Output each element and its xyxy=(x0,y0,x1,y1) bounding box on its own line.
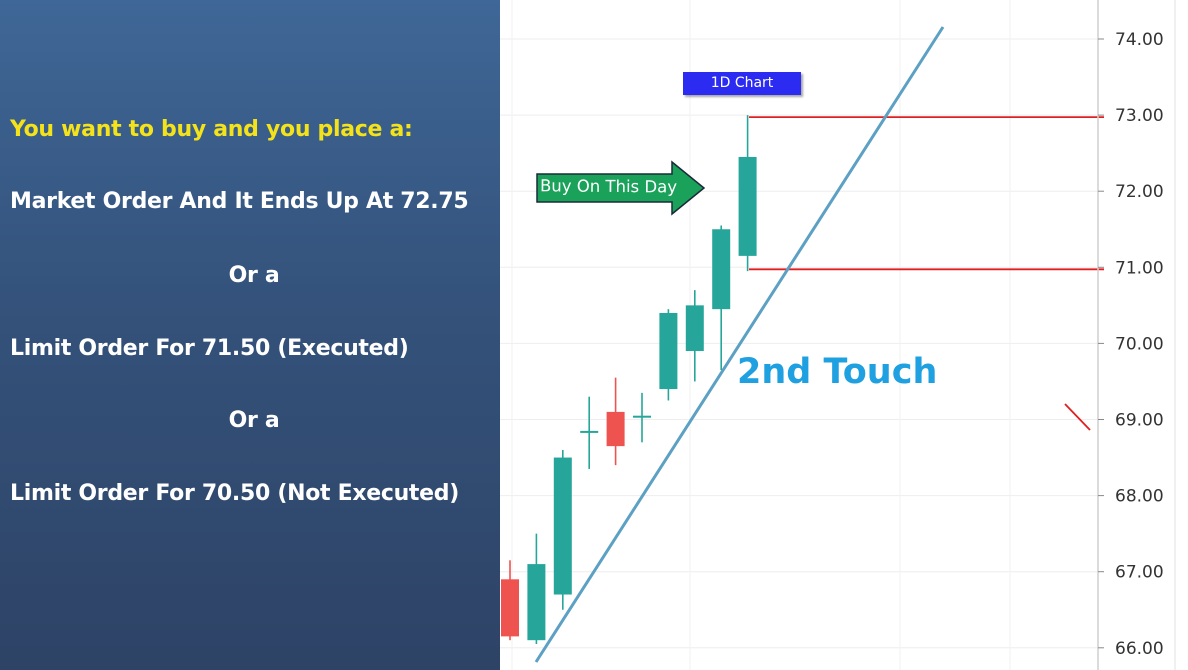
grid-lines xyxy=(500,0,1098,670)
limit-order-executed-text: Limit Order For 71.50 (Executed) xyxy=(10,336,409,361)
candle-bearish xyxy=(606,411,625,447)
chart-timeframe-tag: 1D Chart xyxy=(683,72,801,95)
price-tick-label: 74.00 xyxy=(1115,30,1164,50)
price-tick-label: 71.00 xyxy=(1115,258,1164,278)
price-tick-label: 73.00 xyxy=(1115,106,1164,126)
price-axis: 66.00 67.00 68.00 69.00 70.00 71.00 72.00 73.00… xyxy=(1097,0,1176,670)
candle-bullish xyxy=(712,229,731,310)
candle-bearish xyxy=(501,579,519,637)
extra-marks xyxy=(1064,403,1091,431)
price-tick-label: 70.00 xyxy=(1115,334,1164,354)
or-separator-2: Or a xyxy=(228,408,280,433)
price-tick-label: 72.00 xyxy=(1115,182,1164,202)
chart-canvas: 66.00 67.00 68.00 69.00 70.00 71.00 72.00 73.00… xyxy=(500,0,1176,670)
candle-bullish xyxy=(527,564,546,641)
candlestick-chart: 66.00 67.00 68.00 69.00 70.00 71.00 72.00 73.00… xyxy=(500,0,1188,670)
price-tick-label: 68.00 xyxy=(1115,487,1164,507)
buy-arrow-label: Buy On This Day xyxy=(539,176,678,197)
price-tick-label: 69.00 xyxy=(1115,411,1164,431)
candle-bullish xyxy=(659,312,678,390)
or-separator-1: Or a xyxy=(228,263,280,288)
limit-order-not-executed-text: Limit Order For 70.50 (Not Executed) xyxy=(10,481,459,506)
market-order-text: Market Order And It Ends Up At 72.75 xyxy=(10,189,469,214)
candle-bullish xyxy=(580,430,599,433)
trendline-group xyxy=(534,26,945,663)
red-diagonal-mark xyxy=(1064,403,1091,431)
price-tick-label: 66.00 xyxy=(1115,639,1164,659)
candle-bullish xyxy=(553,457,572,595)
trendline xyxy=(534,26,945,663)
candle-bullish xyxy=(738,156,757,256)
candle-bullish xyxy=(685,305,704,352)
explanation-panel: You want to buy and you place a: Market … xyxy=(0,0,500,670)
trendline-touch-label: 2nd Touch xyxy=(737,352,938,392)
explanation-heading: You want to buy and you place a: xyxy=(10,117,413,142)
price-tick-label: 67.00 xyxy=(1115,563,1164,583)
candle-bullish xyxy=(633,415,651,418)
